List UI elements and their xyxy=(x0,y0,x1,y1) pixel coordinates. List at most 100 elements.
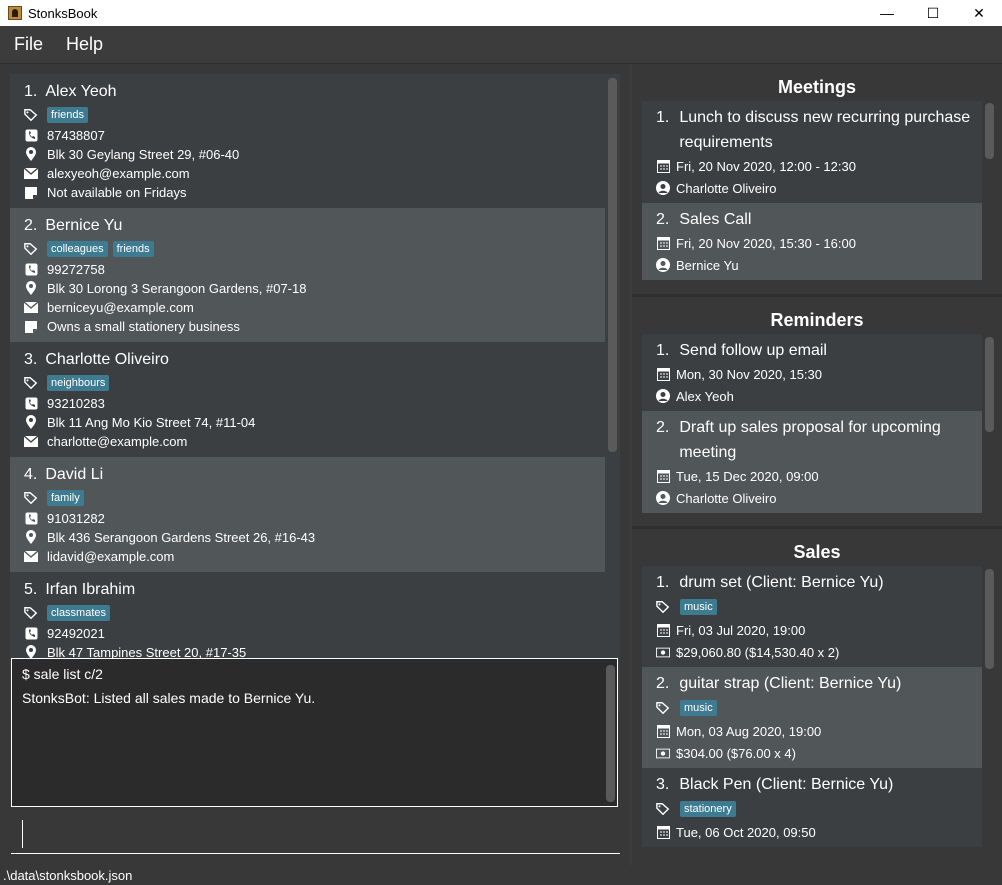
tag: music xyxy=(680,599,717,615)
calendar-icon xyxy=(656,159,670,173)
meeting-card[interactable]: 2. Sales Call Fri, 20 Nov 2020, 15:30 - 1… xyxy=(642,203,982,280)
meeting-card[interactable]: 1. Lunch to discuss new recurring purchas… xyxy=(642,101,982,203)
person-card[interactable]: 1. Alex Yeoh friends 87438807 Blk 30 Geyl… xyxy=(10,74,605,208)
person-name: Charlotte Oliveiro xyxy=(45,351,169,368)
reminder-index: 1. xyxy=(656,342,670,359)
email-icon xyxy=(24,550,38,564)
meeting-index: 2. xyxy=(656,211,670,228)
meeting-index: 1. xyxy=(656,109,670,126)
text-caret xyxy=(22,820,23,848)
user-icon xyxy=(656,181,670,195)
person-address: Blk 11 Ang Mo Kio Street 74, #11-04 xyxy=(47,415,256,430)
person-list-scrollbar[interactable] xyxy=(608,78,617,452)
person-card[interactable]: 4. David Li family 91031282 Blk 436 Seran… xyxy=(10,457,605,572)
reminder-title: Draft up sales proposal for upcoming mee… xyxy=(679,419,941,461)
note-icon xyxy=(24,320,38,334)
tag-icon xyxy=(656,600,670,614)
meeting-time: Fri, 20 Nov 2020, 15:30 - 16:00 xyxy=(676,235,856,251)
phone-icon xyxy=(24,263,38,277)
result-display: $ sale list c/2 StonksBot: Listed all sa… xyxy=(11,658,618,807)
status-bar: .\data\stonksbook.json xyxy=(0,866,1002,885)
person-phone: 92492021 xyxy=(47,626,105,641)
file-path: .\data\stonksbook.json xyxy=(3,868,133,883)
meeting-person: Bernice Yu xyxy=(676,257,739,273)
left-panel: 1. Alex Yeoh friends 87438807 Blk 30 Geyl… xyxy=(0,64,630,866)
location-icon xyxy=(24,415,38,430)
person-phone: 99272758 xyxy=(47,262,105,277)
tag: stationery xyxy=(680,801,736,817)
result-scrollbar[interactable] xyxy=(606,665,615,802)
sale-list[interactable]: 1. drum set (Client: Bernice Yu) music Fr… xyxy=(642,566,982,850)
reminder-card[interactable]: 1. Send follow up email Mon, 30 Nov 2020,… xyxy=(642,334,982,411)
reminders-title: Reminders xyxy=(770,310,864,330)
tag: friends xyxy=(47,107,89,123)
person-list[interactable]: 1. Alex Yeoh friends 87438807 Blk 30 Geyl… xyxy=(10,74,620,712)
tag: colleagues xyxy=(47,241,108,257)
tag-icon xyxy=(24,376,38,390)
user-icon xyxy=(656,258,670,272)
tag-icon xyxy=(24,108,38,122)
person-index: 5. xyxy=(24,581,38,598)
phone-icon xyxy=(24,627,38,641)
reminder-list[interactable]: 1. Send follow up email Mon, 30 Nov 2020,… xyxy=(642,334,982,515)
sales-scrollbar[interactable] xyxy=(985,569,994,669)
meetings-scrollbar[interactable] xyxy=(985,103,994,159)
sale-price: $304.00 ($76.00 x 4) xyxy=(676,745,796,761)
calendar-icon xyxy=(656,367,670,381)
close-button[interactable]: ✕ xyxy=(956,0,1002,26)
person-name: Irfan Ibrahim xyxy=(45,581,136,598)
user-icon xyxy=(656,389,670,403)
tag: neighbours xyxy=(47,375,110,391)
person-phone: 93210283 xyxy=(47,396,105,411)
money-icon xyxy=(656,645,670,659)
person-card[interactable]: 3. Charlotte Oliveiro neighbours 93210283… xyxy=(10,342,605,457)
sale-time: Fri, 03 Jul 2020, 19:00 xyxy=(676,622,806,638)
person-address: Blk 30 Lorong 3 Serangoon Gardens, #07-1… xyxy=(47,281,307,296)
minimize-button[interactable]: — xyxy=(864,0,910,26)
reminder-time: Mon, 30 Nov 2020, 15:30 xyxy=(676,366,822,382)
reminders-scrollbar[interactable] xyxy=(985,337,994,432)
sale-card[interactable]: 3. Black Pen (Client: Bernice Yu) station… xyxy=(642,768,982,847)
sale-title: guitar strap (Client: Bernice Yu) xyxy=(679,675,902,692)
person-index: 1. xyxy=(24,83,38,100)
tag: music xyxy=(680,700,717,716)
sale-index: 3. xyxy=(656,776,670,793)
menu-help[interactable]: Help xyxy=(52,34,112,55)
location-icon xyxy=(24,147,38,162)
location-icon xyxy=(24,530,38,545)
maximize-button[interactable]: ☐ xyxy=(910,0,956,26)
phone-icon xyxy=(24,397,38,411)
menu-bar: File Help xyxy=(0,26,1002,64)
person-email: lidavid@example.com xyxy=(47,549,175,564)
meeting-title: Lunch to discuss new recurring purchase … xyxy=(679,109,971,151)
calendar-icon xyxy=(656,236,670,250)
person-name: David Li xyxy=(45,466,104,483)
result-response: StonksBot: Listed all sales made to Bern… xyxy=(22,690,316,706)
meetings-title: Meetings xyxy=(777,77,856,97)
reminder-time: Tue, 15 Dec 2020, 09:00 xyxy=(676,468,819,484)
right-panel: Meetings 1. Lunch to discuss new recurrin… xyxy=(632,64,1002,866)
menu-file[interactable]: File xyxy=(0,34,52,55)
command-input[interactable] xyxy=(11,816,620,854)
person-index: 4. xyxy=(24,466,38,483)
calendar-icon xyxy=(656,469,670,483)
sale-index: 1. xyxy=(656,574,670,591)
tag-icon xyxy=(24,242,38,256)
person-phone: 87438807 xyxy=(47,128,105,143)
person-remark: Not available on Fridays xyxy=(47,185,187,200)
reminder-index: 2. xyxy=(656,419,670,436)
reminder-card[interactable]: 2. Draft up sales proposal for upcoming m… xyxy=(642,411,982,513)
person-card[interactable]: 2. Bernice Yu colleagues friends 99272758 … xyxy=(10,208,605,342)
meeting-time: Fri, 20 Nov 2020, 12:00 - 12:30 xyxy=(676,158,856,174)
sale-card[interactable]: 1. drum set (Client: Bernice Yu) music Fr… xyxy=(642,566,982,667)
tag-icon xyxy=(656,701,670,715)
email-icon xyxy=(24,301,38,315)
money-icon xyxy=(656,746,670,760)
sale-card[interactable]: 2. guitar strap (Client: Bernice Yu) musi… xyxy=(642,667,982,768)
meeting-list[interactable]: 1. Lunch to discuss new recurring purchas… xyxy=(642,101,982,283)
sale-time: Tue, 06 Oct 2020, 09:50 xyxy=(676,824,816,840)
calendar-icon xyxy=(656,724,670,738)
sales-section: Sales 1. drum set (Client: Bernice Yu) mu… xyxy=(632,529,1002,866)
person-card[interactable]: 5. Irfan Ibrahim classmates 92492021 Blk … xyxy=(10,572,605,668)
meeting-person: Charlotte Oliveiro xyxy=(676,180,777,196)
